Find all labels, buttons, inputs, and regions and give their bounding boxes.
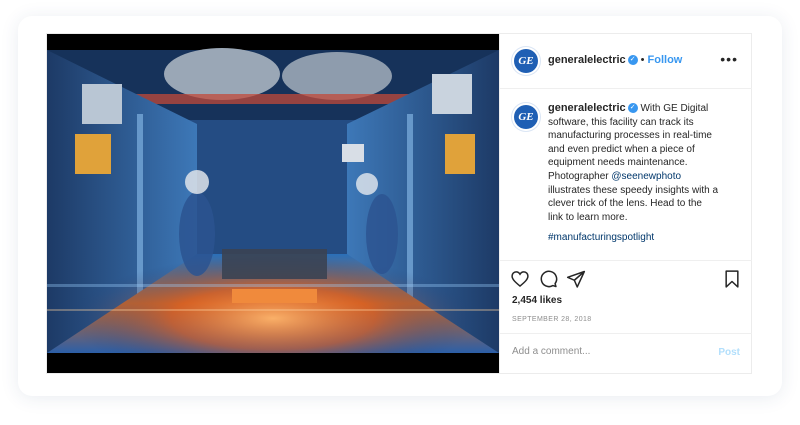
hashtag-link[interactable]: #manufacturingspotlight	[548, 231, 738, 245]
separator-dot: •	[640, 54, 645, 66]
post-sidebar: GE generalelectric ✓ • Follow ••• GE genera…	[499, 34, 752, 373]
instagram-post: GE generalelectric ✓ • Follow ••• GE genera…	[46, 33, 752, 374]
caption-line: With GE Digital	[640, 103, 709, 114]
post-comment-button[interactable]: Post	[718, 347, 740, 358]
caption-line: link to learn more.	[548, 211, 628, 223]
avatar-monogram: GE	[518, 55, 534, 67]
avatar-monogram: GE	[518, 111, 534, 123]
caption-username[interactable]: generalelectric	[548, 102, 626, 114]
more-options-icon[interactable]: •••	[720, 51, 738, 67]
caption-line: manufacturing processes in real-time	[548, 130, 712, 142]
caption-line: equipment needs maintenance.	[548, 157, 688, 169]
username-link[interactable]: generalelectric	[548, 54, 626, 66]
post-header: GE generalelectric ✓ • Follow •••	[500, 34, 752, 89]
header-user-line: generalelectric ✓ • Follow	[548, 54, 682, 66]
share-icon[interactable]	[566, 269, 586, 289]
post-date: SEPTEMBER 28, 2018	[512, 316, 592, 323]
comment-icon[interactable]	[538, 269, 558, 289]
caption-line: software, this facility can track its	[548, 116, 694, 128]
heart-icon[interactable]	[510, 269, 530, 289]
post-image[interactable]	[47, 34, 499, 373]
avatar[interactable]: GE	[514, 49, 538, 73]
caption-avatar[interactable]: GE	[514, 105, 538, 129]
caption-line: clever trick of the lens. Head to the	[548, 198, 702, 210]
caption-line: and even predict when a piece of	[548, 143, 695, 155]
post-caption: generalelectric ✓ With GE Digital softwar…	[548, 102, 738, 245]
follow-button[interactable]: Follow	[648, 54, 683, 66]
comment-input[interactable]	[512, 346, 692, 357]
verified-badge-icon: ✓	[627, 55, 638, 66]
action-bar: 2,454 likes SEPTEMBER 28, 2018 Post	[500, 260, 752, 374]
caption-line: illustrates these speedy insights with a	[548, 184, 719, 196]
verified-badge-icon: ✓	[627, 103, 638, 114]
bookmark-icon[interactable]	[722, 269, 742, 289]
photographer-mention[interactable]: @seenewphoto	[611, 171, 681, 182]
like-count[interactable]: 2,454 likes	[512, 295, 562, 306]
factory-photo	[47, 34, 499, 373]
comment-row: Post	[500, 333, 752, 375]
caption-line: Photographer	[548, 170, 609, 182]
